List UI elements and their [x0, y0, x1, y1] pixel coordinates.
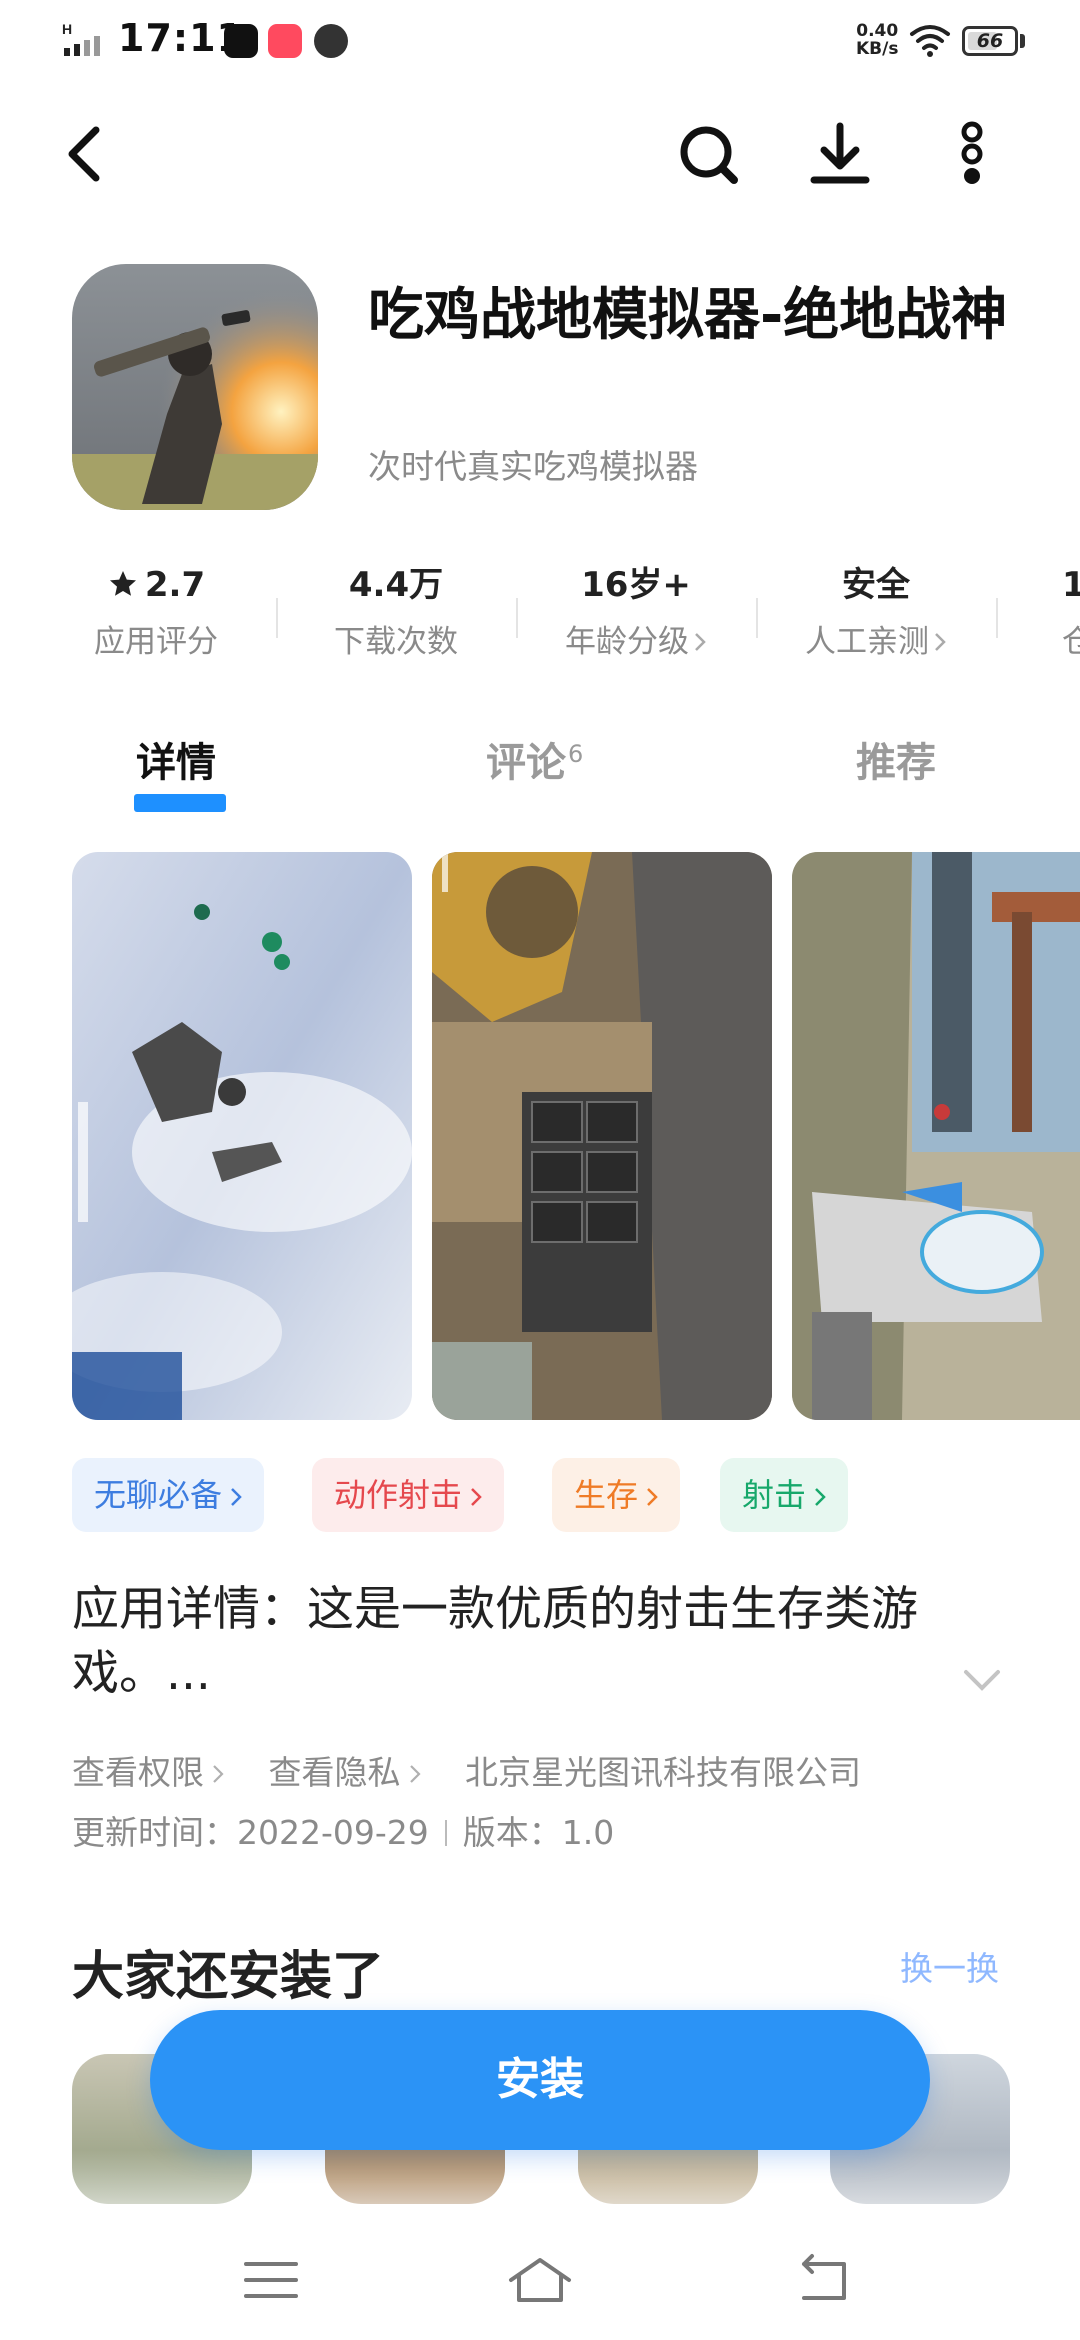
age-rating-label: 年龄分级: [565, 624, 689, 660]
back-arrow-icon[interactable]: [48, 114, 128, 194]
rating-label: 应用评分: [94, 624, 218, 660]
active-tab-indicator: [134, 794, 226, 812]
stat-age-rating[interactable]: 16岁+ 年龄分级: [526, 560, 746, 661]
refresh-button[interactable]: 换一换: [900, 1942, 999, 1990]
wifi-icon: [910, 25, 950, 57]
stat-divider: [756, 598, 758, 638]
chevron-right-icon: [695, 633, 706, 651]
screenshot-carousel[interactable]: [72, 852, 1080, 1422]
version: 版本：1.0: [462, 1813, 615, 1852]
screenshot-3[interactable]: [792, 852, 1080, 1420]
reviews-count-badge: 6: [568, 739, 584, 768]
chevron-right-icon: [471, 1488, 482, 1506]
tab-recommend[interactable]: 推荐: [856, 730, 936, 788]
tab-bar: 详情 评论6 推荐: [0, 730, 1080, 820]
chevron-right-icon: [231, 1488, 242, 1506]
tiktok-notification-icon: [224, 24, 258, 58]
downloads-value: 4.4万: [348, 565, 444, 605]
chevron-right-icon: [409, 1765, 421, 1783]
tab-details[interactable]: 详情: [136, 730, 216, 788]
tag-boredom[interactable]: 无聊必备: [72, 1458, 265, 1532]
battery-icon: 66: [962, 26, 1018, 56]
search-icon[interactable]: [668, 114, 748, 194]
menu-icon[interactable]: [236, 2250, 306, 2310]
rating-value: 2.7: [144, 565, 206, 605]
chevron-right-icon: [935, 633, 946, 651]
stat-partial: 1 仓: [1062, 565, 1080, 660]
update-time: 更新时间：2022-09-29: [72, 1813, 429, 1852]
app-subtitle: 次时代真实吃鸡模拟器: [368, 447, 698, 486]
view-privacy-link[interactable]: 查看隐私: [269, 1746, 421, 1794]
chevron-right-icon: [647, 1488, 658, 1506]
tag-action-shooter[interactable]: 动作射击: [312, 1458, 505, 1532]
app-stats: 2.7 应用评分 4.4万 下载次数 16岁+ 年龄分级 安全 人工亲测 1 仓: [0, 560, 1080, 680]
meta-links: 查看权限 查看隐私 北京星光图讯科技有限公司: [72, 1746, 861, 1794]
battery-tip: [1020, 34, 1025, 48]
app-title: 吃鸡战地模拟器-绝地战神: [368, 283, 1008, 348]
stat-divider: [276, 598, 278, 638]
network-speed: 0.40 KB/s: [856, 21, 899, 59]
app-description: 应用详情：这是一款优质的射击生存类游戏。...: [72, 1582, 918, 1701]
kuaishou-notification-icon: [268, 24, 302, 58]
stat-divider: [516, 598, 518, 638]
chevron-right-icon: [815, 1488, 826, 1506]
message-notification-icon: [314, 24, 348, 58]
chevron-right-icon: [213, 1765, 224, 1783]
top-bar: [0, 110, 1080, 200]
downloads-label: 下载次数: [334, 624, 458, 660]
stat-downloads: 4.4万 下载次数: [286, 560, 506, 661]
battery-percent: 66: [976, 30, 1004, 52]
signal-icon: H: [62, 22, 100, 56]
star-icon: [109, 571, 136, 596]
chevron-down-icon[interactable]: [962, 1668, 1002, 1694]
developer-name[interactable]: 北京星光图讯科技有限公司: [465, 1746, 861, 1794]
stat-rating: 2.7 应用评分: [46, 560, 266, 661]
view-permissions-link[interactable]: 查看权限: [72, 1746, 224, 1794]
stat-divider: [996, 598, 998, 638]
safety-value: 安全: [842, 565, 910, 605]
svg-text:H: H: [62, 22, 72, 37]
status-bar: H 17:11 0.40 KB/s 66: [0, 0, 1080, 84]
app-icon: [72, 264, 318, 510]
tag-shooter[interactable]: 射击: [720, 1458, 849, 1532]
meta-info: 更新时间：2022-09-29 版本：1.0: [72, 1806, 614, 1854]
safety-label: 人工亲测: [805, 624, 929, 660]
system-nav-bar: [0, 2220, 1080, 2340]
meta-divider: [444, 1820, 447, 1846]
tag-survival[interactable]: 生存: [552, 1458, 681, 1532]
install-button[interactable]: 安装: [150, 2010, 930, 2150]
also-installed-title: 大家还安装了: [72, 1947, 385, 2007]
stat-safety[interactable]: 安全 人工亲测: [766, 560, 986, 661]
download-icon[interactable]: [800, 114, 880, 194]
tab-reviews[interactable]: 评论6: [486, 730, 583, 788]
screenshot-2[interactable]: [432, 852, 772, 1420]
age-rating-value: 16岁+: [581, 565, 691, 605]
back-icon[interactable]: [788, 2250, 858, 2310]
home-icon[interactable]: [505, 2250, 575, 2310]
screenshot-1[interactable]: [72, 852, 412, 1420]
more-options-icon[interactable]: [932, 114, 1012, 194]
